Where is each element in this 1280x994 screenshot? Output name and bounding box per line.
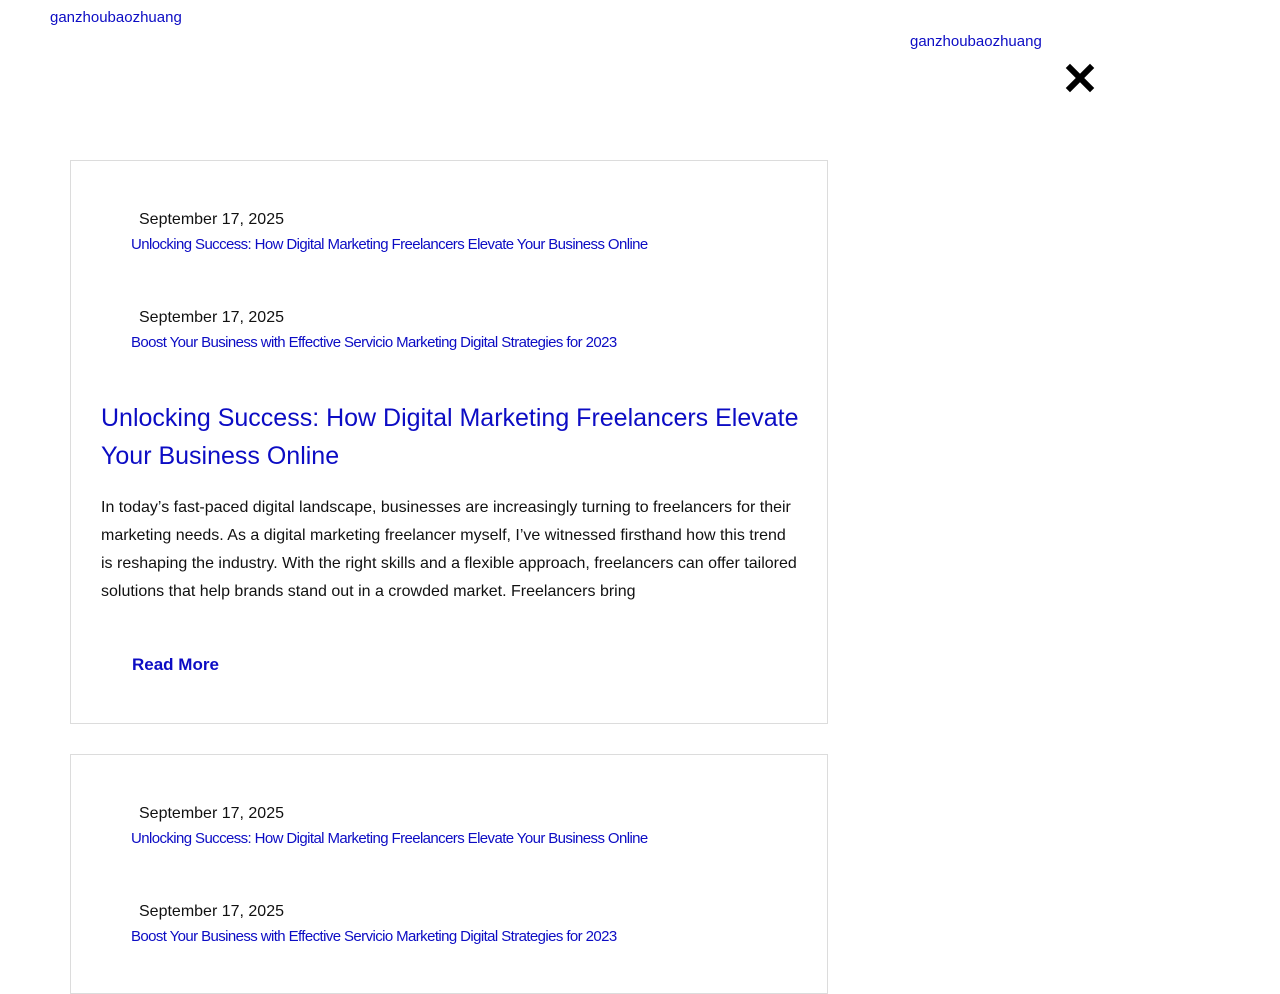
recent-post-link[interactable]: Unlocking Success: How Digital Marketing…	[131, 236, 648, 254]
recent-post-date: September 17, 2025	[139, 805, 284, 822]
recent-post-date: September 17, 2025	[139, 211, 284, 228]
recent-post-link[interactable]: Boost Your Business with Effective Servi…	[131, 334, 617, 352]
post-excerpt: In today’s fast-paced digital landscape,…	[101, 499, 797, 600]
post-card: September 17, 2025 Unlocking Success: Ho…	[70, 754, 828, 994]
recent-post-date: September 17, 2025	[139, 309, 284, 326]
site-title-link[interactable]: ganzhoubaozhuang	[50, 8, 182, 28]
read-more-link[interactable]: Read More	[132, 654, 219, 676]
recent-post-link[interactable]: Boost Your Business with Effective Servi…	[131, 928, 617, 946]
recent-post-date: September 17, 2025	[139, 903, 284, 920]
close-x-icon	[1065, 63, 1095, 93]
offcanvas-site-title-link[interactable]: ganzhoubaozhuang	[910, 32, 1042, 52]
post-title-link[interactable]: Unlocking Success: How Digital Marketing…	[101, 399, 801, 475]
recent-post-link[interactable]: Unlocking Success: How Digital Marketing…	[131, 830, 648, 848]
close-button[interactable]	[1064, 62, 1096, 94]
post-card: September 17, 2025 Unlocking Success: Ho…	[70, 160, 828, 724]
